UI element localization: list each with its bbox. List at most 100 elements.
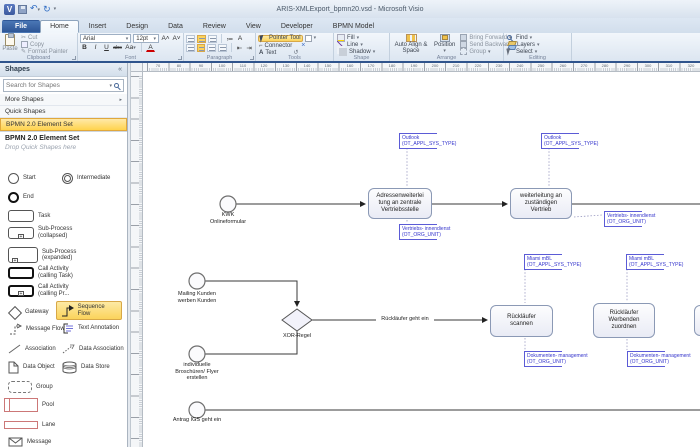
tab-insert[interactable]: Insert xyxy=(79,20,117,33)
stencil-item-start[interactable]: Start xyxy=(8,173,36,184)
font-dialog-launcher[interactable] xyxy=(178,56,182,60)
task-partial[interactable] xyxy=(694,305,700,336)
stencil-item-message[interactable]: Message xyxy=(8,437,51,447)
text-direction-icon[interactable]: A xyxy=(236,34,244,43)
auto-align-space-button[interactable]: Auto Align & Space xyxy=(392,34,430,54)
stencil-tab-bpmn[interactable]: BPMN 2.0 Element Set xyxy=(0,118,127,131)
font-size-combo[interactable]: 12pt ▾ xyxy=(133,34,159,43)
task-ruecklaeufer-zuordnen[interactable]: Rückläufer Werbenden zuordnen xyxy=(593,303,655,338)
visio-app-icon[interactable]: V xyxy=(4,3,15,15)
start-event-broschueren[interactable] xyxy=(188,345,206,363)
align-middle-button[interactable] xyxy=(197,34,206,43)
stencil-item-task[interactable]: Task xyxy=(8,210,50,222)
stencil-item-call-activity-task[interactable]: Call Activity (calling Task) xyxy=(8,266,84,279)
stencil-item-pool[interactable]: Pool xyxy=(4,398,54,412)
annotation-dokumenten-2[interactable]: Dokumenten- management (OT_ORG_UNIT) xyxy=(627,351,691,367)
annotation-miami-2[interactable]: Miami mBL (OT_APPL_SYS_TYPE) xyxy=(626,254,683,270)
tab-developer[interactable]: Developer xyxy=(271,20,323,33)
flow-label-ruecklaeufer[interactable]: Rückläufer geht ein xyxy=(376,316,434,322)
paste-button[interactable]: Paste xyxy=(2,33,18,52)
align-bottom-button[interactable] xyxy=(208,34,217,43)
annotation-vertriebs-1[interactable]: Vertriebs- innendienst (OT_ORG_UNIT) xyxy=(399,224,450,240)
connection-point-icon[interactable]: × xyxy=(301,42,305,49)
stencil-item-call-activity-process[interactable]: + Call Activity (calling Pr... xyxy=(8,284,84,297)
decrease-indent-icon[interactable]: ⇤ xyxy=(236,43,244,52)
annotation-dokumenten-1[interactable]: Dokumenten- management (OT_ORG_UNIT) xyxy=(524,351,588,367)
format-painter-button[interactable]: ✎ Format Painter xyxy=(20,48,69,56)
shadow-button[interactable]: Shadow ▾ xyxy=(336,47,387,56)
justify-button[interactable] xyxy=(217,43,227,52)
layers-button[interactable]: Layers ▾ xyxy=(506,41,569,48)
stencil-item-data-store[interactable]: Data Store xyxy=(62,361,110,374)
save-icon[interactable] xyxy=(18,4,27,14)
start-event-mailing[interactable] xyxy=(188,272,206,290)
pointer-tool-button[interactable]: Pointer Tool xyxy=(258,33,303,43)
xor-gateway[interactable] xyxy=(281,308,313,332)
drawing-page[interactable]: Adressenweiterlei tung an zentrale Vertr… xyxy=(143,72,700,447)
event-label-kwk[interactable]: KWK Onlineformular xyxy=(198,212,258,225)
task-adressenweiterleitung[interactable]: Adressenweiterlei tung an zentrale Vertr… xyxy=(368,188,432,219)
bullets-icon[interactable]: ≔ xyxy=(226,34,234,43)
event-label-mailing[interactable]: Mailing Kunden werben Kunden xyxy=(167,291,227,304)
increase-indent-icon[interactable]: ⇥ xyxy=(245,43,253,52)
tab-view[interactable]: View xyxy=(236,20,271,33)
grow-font-button[interactable]: A˄ xyxy=(161,34,170,43)
align-top-button[interactable] xyxy=(186,34,195,43)
align-left-button[interactable] xyxy=(186,43,195,52)
more-shapes-row[interactable]: More Shapes ▸ xyxy=(0,94,127,106)
start-events[interactable] xyxy=(188,195,237,419)
tab-bpmn-model[interactable]: BPMN Model xyxy=(323,20,384,33)
position-button[interactable]: Position ▾ xyxy=(432,34,457,54)
strikethrough-button[interactable]: abc xyxy=(113,43,122,52)
stencil-item-end[interactable]: End xyxy=(8,192,34,203)
change-case-button[interactable]: Aa ▾ xyxy=(124,43,137,52)
align-center-button[interactable] xyxy=(196,43,206,52)
stencil-item-gateway[interactable]: Gateway xyxy=(8,306,49,319)
annotation-miami-1[interactable]: Miami mBL (OT_APPL_SYS_TYPE) xyxy=(524,254,581,270)
annotation-outlook-2[interactable]: Outlook (OT_APPL_SYS_TYPE) xyxy=(541,133,598,149)
task-ruecklaeufer-scannen[interactable]: Rückläufer scannen xyxy=(490,305,553,337)
tab-design[interactable]: Design xyxy=(116,20,158,33)
font-family-combo[interactable]: Arial ▾ xyxy=(80,34,132,43)
connector-tool-button[interactable]: ⌐ Connector xyxy=(258,42,293,49)
annotation-outlook-1[interactable]: Outlook (OT_APPL_SYS_TYPE) xyxy=(399,133,456,149)
italic-button[interactable]: I xyxy=(91,43,100,52)
clipboard-dialog-launcher[interactable] xyxy=(72,56,76,60)
cut-button[interactable]: ✂ Cut xyxy=(20,34,69,42)
stencil-item-message-flow[interactable]: Message Flow xyxy=(8,323,65,335)
search-icon[interactable] xyxy=(114,83,119,88)
stencil-item-subprocess-expanded[interactable]: + Sub-Process (expanded) xyxy=(8,247,88,264)
stencil-item-data-object[interactable]: Data Object xyxy=(8,361,55,374)
stencil-item-data-association[interactable]: Data Association xyxy=(62,344,124,354)
paragraph-dialog-launcher[interactable] xyxy=(250,56,254,60)
stencil-item-text-annotation[interactable]: Text Annotation xyxy=(62,323,119,334)
select-button[interactable]: Select ▾ xyxy=(506,47,569,56)
quick-shapes-row[interactable]: Quick Shapes xyxy=(0,106,127,118)
shrink-font-button[interactable]: A˅ xyxy=(172,34,181,43)
underline-button[interactable]: U xyxy=(102,43,111,52)
copy-button[interactable]: Copy xyxy=(20,41,69,48)
search-input[interactable] xyxy=(6,82,108,89)
start-event-kwk[interactable] xyxy=(219,195,237,213)
event-label-broschueren[interactable]: individuelle Broschüren/ Flyer erstellen xyxy=(167,362,227,382)
undo-icon[interactable]: ↶▾ xyxy=(30,3,40,15)
stencil-item-sequence-flow[interactable]: Sequence Flow xyxy=(56,301,122,320)
bold-button[interactable]: B xyxy=(80,43,89,52)
chevron-down-icon[interactable]: ▾ xyxy=(109,83,112,89)
event-label-antrag[interactable]: Antrag IGS geht ein xyxy=(157,417,237,424)
start-event-antrag[interactable] xyxy=(188,401,206,419)
annotation-vertriebs-2[interactable]: Vertriebs- innendienst (OT_ORG_UNIT) xyxy=(604,211,655,227)
stencil-item-association[interactable]: Association xyxy=(8,344,56,354)
find-button[interactable]: Find ▾ xyxy=(506,34,569,41)
stencil-item-subprocess-collapsed[interactable]: + Sub-Process (collapsed) xyxy=(8,226,84,239)
stencil-item-intermediate[interactable]: Intermediate xyxy=(62,173,110,184)
tab-file[interactable]: File xyxy=(2,20,41,33)
tab-home[interactable]: Home xyxy=(40,20,79,33)
rectangle-tool-icon[interactable] xyxy=(304,34,312,42)
task-weiterleitung[interactable]: weiterleitung an zuständigen Vertrieb xyxy=(510,188,572,219)
collapse-panel-icon[interactable]: « xyxy=(118,66,122,73)
font-color-button[interactable]: A xyxy=(146,44,155,52)
stencil-item-group[interactable]: Group xyxy=(8,381,53,393)
tab-data[interactable]: Data xyxy=(158,20,193,33)
tab-review[interactable]: Review xyxy=(193,20,236,33)
